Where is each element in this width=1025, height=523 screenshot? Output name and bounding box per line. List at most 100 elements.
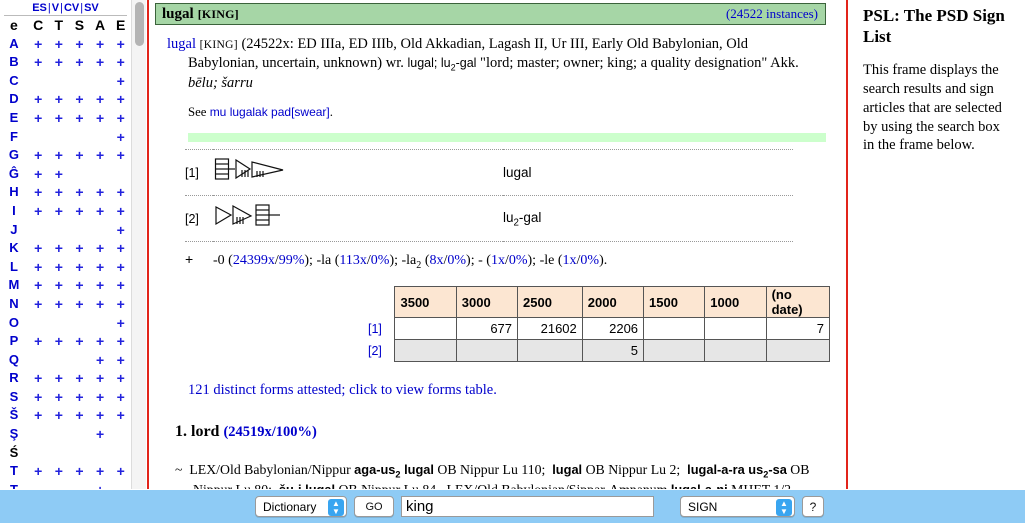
sidebar-cell-K-T[interactable]: +: [48, 239, 69, 258]
sidebar-cell-Š-S[interactable]: +: [69, 406, 90, 425]
sidebar-cell-A-A[interactable]: +: [90, 35, 111, 54]
sidebar-cell-K-E[interactable]: +: [110, 239, 131, 258]
sidebar-cell-G-T[interactable]: +: [48, 146, 69, 165]
sidebar-letter-F[interactable]: F: [0, 128, 28, 147]
see-link[interactable]: mu lugalak pad[swear]: [210, 105, 330, 119]
help-button[interactable]: ?: [802, 496, 824, 517]
sidebar-cell-M-A[interactable]: +: [90, 276, 111, 295]
sidebar-letter-I[interactable]: I: [0, 202, 28, 221]
sidebar-cell-I-A[interactable]: +: [90, 202, 111, 221]
sidebar-cell-P-E[interactable]: +: [110, 332, 131, 351]
sense-count[interactable]: (24519x/100%): [223, 424, 316, 440]
sidebar-cell-L-T[interactable]: +: [48, 258, 69, 277]
sidebar-cell-R-A[interactable]: +: [90, 369, 111, 388]
sidebar-cell-M-S[interactable]: +: [69, 276, 90, 295]
sidebar-cell-J-E[interactable]: +: [110, 221, 131, 240]
sidebar-cell-R-S[interactable]: +: [69, 369, 90, 388]
sidebar-cell-O-E[interactable]: +: [110, 314, 131, 333]
sidebar-cell-K-A[interactable]: +: [90, 239, 111, 258]
sidebar-cell-T-E[interactable]: +: [110, 462, 131, 481]
sidebar-letter-Š[interactable]: Š: [0, 406, 28, 425]
suffix-count-3[interactable]: 1x: [491, 253, 505, 268]
sidebar-cell-P-T[interactable]: +: [48, 332, 69, 351]
sidebar-cell-D-E[interactable]: +: [110, 90, 131, 109]
sidebar-letter-B[interactable]: B: [0, 53, 28, 72]
sidebar-cell-L-E[interactable]: +: [110, 258, 131, 277]
sidebar-letter-M[interactable]: M: [0, 276, 28, 295]
sidebar-cell-H-E[interactable]: +: [110, 183, 131, 202]
sidebar-cell-D-T[interactable]: +: [48, 90, 69, 109]
sidebar-cell-C-E[interactable]: +: [110, 72, 131, 91]
sidebar-letter-T[interactable]: T: [0, 462, 28, 481]
distinct-forms-link[interactable]: 121 distinct forms attested; click to vi…: [188, 382, 830, 399]
form-transliteration[interactable]: lugal: [503, 150, 793, 196]
entry-instance-count[interactable]: (24522 instances): [726, 6, 818, 22]
sidebar-cell-N-T[interactable]: +: [48, 295, 69, 314]
sidebar-cell-F-E[interactable]: +: [110, 128, 131, 147]
suffix-count-0[interactable]: 24399x: [233, 253, 275, 268]
sidebar-letter-Ĝ[interactable]: Ĝ: [0, 165, 28, 184]
sidebar-cell-E-E[interactable]: +: [110, 109, 131, 128]
sidebar-cell-E-T[interactable]: +: [48, 109, 69, 128]
sidebar-letter-S[interactable]: S: [0, 388, 28, 407]
sidebar-cell-Ĝ-T[interactable]: +: [48, 165, 69, 184]
sidebar-letter-K[interactable]: K: [0, 239, 28, 258]
sidebar-cell-R-C[interactable]: +: [28, 369, 49, 388]
sidebar-cell-I-T[interactable]: +: [48, 202, 69, 221]
sidebar-cell-A-C[interactable]: +: [28, 35, 49, 54]
sidebar-letter-R[interactable]: R: [0, 369, 28, 388]
sidebar-link-cv[interactable]: CV: [64, 2, 79, 14]
sidebar-selected-letter-badge[interactable]: e: [10, 17, 18, 33]
sidebar-cell-P-C[interactable]: +: [28, 332, 49, 351]
sidebar-cell-I-S[interactable]: +: [69, 202, 90, 221]
sidebar-letter-N[interactable]: N: [0, 295, 28, 314]
sidebar-letter-H[interactable]: H: [0, 183, 28, 202]
sidebar-cell-B-E[interactable]: +: [110, 53, 131, 72]
sidebar-letter-Ś[interactable]: Ś: [0, 444, 28, 463]
go-button[interactable]: GO: [354, 496, 394, 517]
sidebar-cell-D-S[interactable]: +: [69, 90, 90, 109]
sidebar-cell-N-E[interactable]: +: [110, 295, 131, 314]
sidebar-cell-G-E[interactable]: +: [110, 146, 131, 165]
sidebar-letter-A[interactable]: A: [0, 35, 28, 54]
sidebar-cell-T-A[interactable]: +: [90, 462, 111, 481]
sidebar-cell-G-A[interactable]: +: [90, 146, 111, 165]
search-input[interactable]: [401, 496, 654, 517]
sidebar-cell-R-E[interactable]: +: [110, 369, 131, 388]
search-scope-select[interactable]: SIGN: [680, 496, 795, 517]
sidebar-cell-E-S[interactable]: +: [69, 109, 90, 128]
sidebar-cell-I-C[interactable]: +: [28, 202, 49, 221]
sidebar-cell-L-S[interactable]: +: [69, 258, 90, 277]
sidebar-cell-M-E[interactable]: +: [110, 276, 131, 295]
sidebar-letter-Ţ[interactable]: Ţ: [0, 481, 28, 489]
sidebar-letter-E[interactable]: E: [0, 109, 28, 128]
sidebar-cell-Ĝ-C[interactable]: +: [28, 165, 49, 184]
sidebar-cell-B-A[interactable]: +: [90, 53, 111, 72]
sidebar-cell-Q-E[interactable]: +: [110, 351, 131, 370]
sidebar-cell-B-C[interactable]: +: [28, 53, 49, 72]
sidebar-letter-Ş[interactable]: Ş: [0, 425, 28, 444]
sidebar-cell-B-T[interactable]: +: [48, 53, 69, 72]
sidebar-letter-O[interactable]: O: [0, 314, 28, 333]
sidebar-cell-Š-E[interactable]: +: [110, 406, 131, 425]
sidebar-cell-D-A[interactable]: +: [90, 90, 111, 109]
sidebar-cell-Š-C[interactable]: +: [28, 406, 49, 425]
sidebar-cell-S-C[interactable]: +: [28, 388, 49, 407]
sidebar-cell-G-S[interactable]: +: [69, 146, 90, 165]
sidebar-cell-S-T[interactable]: +: [48, 388, 69, 407]
sidebar-cell-K-S[interactable]: +: [69, 239, 90, 258]
sidebar-letter-P[interactable]: P: [0, 332, 28, 351]
sidebar-cell-T-S[interactable]: +: [69, 462, 90, 481]
sidebar-cell-D-C[interactable]: +: [28, 90, 49, 109]
sidebar-cell-I-E[interactable]: +: [110, 202, 131, 221]
sidebar-link-v[interactable]: V: [52, 2, 59, 14]
sidebar-letter-Q[interactable]: Q: [0, 351, 28, 370]
sidebar-cell-Ţ-A[interactable]: +: [90, 481, 111, 489]
form-transliteration[interactable]: lu2-gal: [503, 196, 793, 242]
periods-row-label[interactable]: [1]: [368, 318, 395, 340]
suffix-count-4[interactable]: 1x: [563, 253, 577, 268]
sidebar-link-es[interactable]: ES: [32, 2, 47, 14]
sidebar-cell-A-S[interactable]: +: [69, 35, 90, 54]
sidebar-cell-M-T[interactable]: +: [48, 276, 69, 295]
search-mode-select[interactable]: Dictionary: [255, 496, 347, 517]
